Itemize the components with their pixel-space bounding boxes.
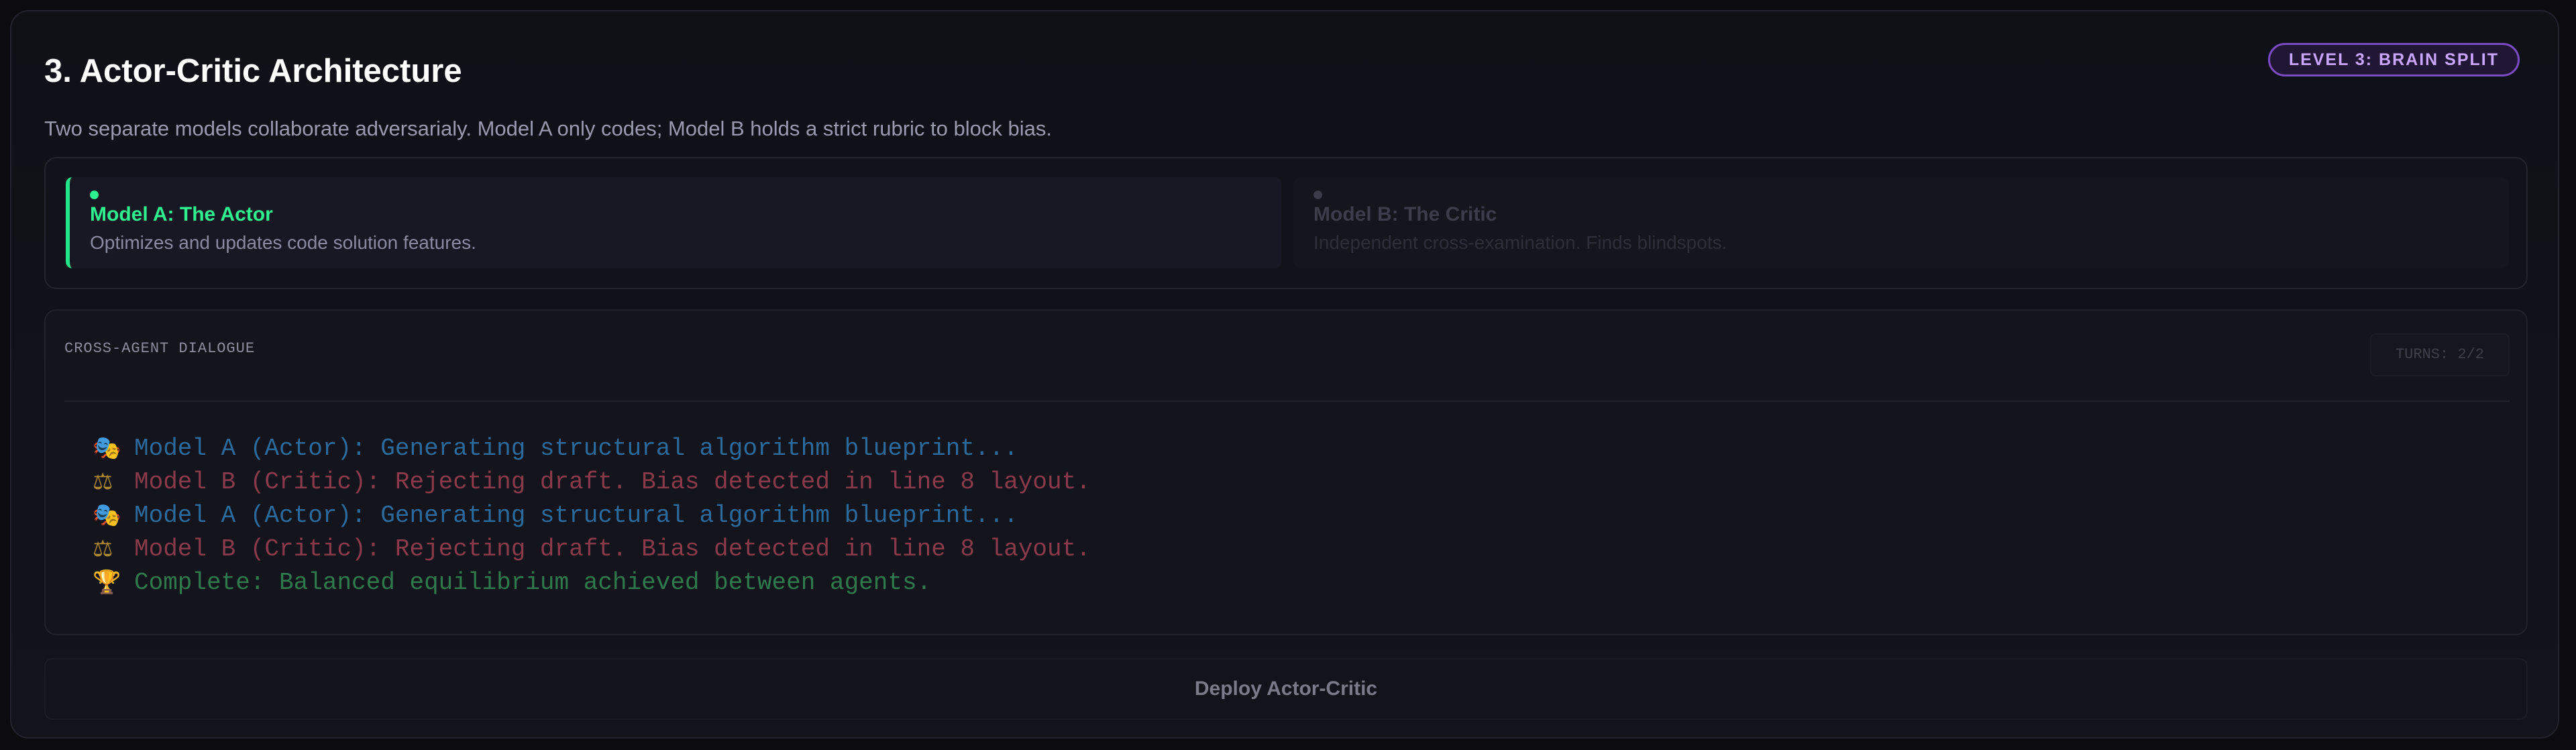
dialogue-log: 🎭 Model A (Actor): Generating structural… xyxy=(93,431,1091,599)
scales-icon: ⚖ xyxy=(93,468,113,495)
log-line: 🎭 Model A (Actor): Generating structural… xyxy=(93,431,1091,465)
model-a-name: Model A: The Actor xyxy=(90,203,273,225)
log-text: Model A (Actor): Generating structural a… xyxy=(134,501,1018,529)
log-text: Model B (Critic): Rejecting draft. Bias … xyxy=(134,535,1091,563)
scales-icon: ⚖ xyxy=(93,535,113,562)
model-b-card[interactable]: Model B: The Critic Independent cross-ex… xyxy=(1293,177,2509,268)
log-line: 🏆 Complete: Balanced equilibrium achieve… xyxy=(93,566,1091,599)
section-description: Two separate models collaborate adversar… xyxy=(44,117,1052,140)
theater-masks-icon: 🎭 xyxy=(93,435,121,462)
model-b-name: Model B: The Critic xyxy=(1313,203,1497,225)
dialogue-console: CROSS-AGENT DIALOGUE TURNS: 2/2 🎭 Model … xyxy=(44,309,2528,635)
trophy-icon: 🏆 xyxy=(93,569,121,596)
model-a-card[interactable]: Model A: The Actor Optimizes and updates… xyxy=(66,177,1281,268)
model-b-description: Independent cross-examination. Finds bli… xyxy=(1313,232,1727,253)
dialogue-label: CROSS-AGENT DIALOGUE xyxy=(64,340,256,357)
log-line: ⚖ Model B (Critic): Rejecting draft. Bia… xyxy=(93,532,1091,566)
model-a-description: Optimizes and updates code solution feat… xyxy=(90,232,476,253)
deploy-button[interactable]: Deploy Actor-Critic xyxy=(44,658,2528,720)
turns-counter: TURNS: 2/2 xyxy=(2370,333,2510,376)
model-selector: Model A: The Actor Optimizes and updates… xyxy=(44,157,2528,289)
divider xyxy=(64,400,2510,402)
log-text: Model A (Actor): Generating structural a… xyxy=(134,434,1018,462)
actor-critic-panel: 3. Actor-Critic Architecture LEVEL 3: BR… xyxy=(10,10,2559,739)
theater-masks-icon: 🎭 xyxy=(93,502,121,529)
level-badge: LEVEL 3: BRAIN SPLIT xyxy=(2267,43,2520,76)
log-text: Model B (Critic): Rejecting draft. Bias … xyxy=(134,468,1091,496)
log-line: 🎭 Model A (Actor): Generating structural… xyxy=(93,498,1091,532)
status-dot-icon xyxy=(1313,191,1322,199)
section-title: 3. Actor-Critic Architecture xyxy=(44,53,462,89)
status-dot-icon xyxy=(90,191,99,199)
log-line: ⚖ Model B (Critic): Rejecting draft. Bia… xyxy=(93,465,1091,498)
log-text: Complete: Balanced equilibrium achieved … xyxy=(134,568,932,596)
